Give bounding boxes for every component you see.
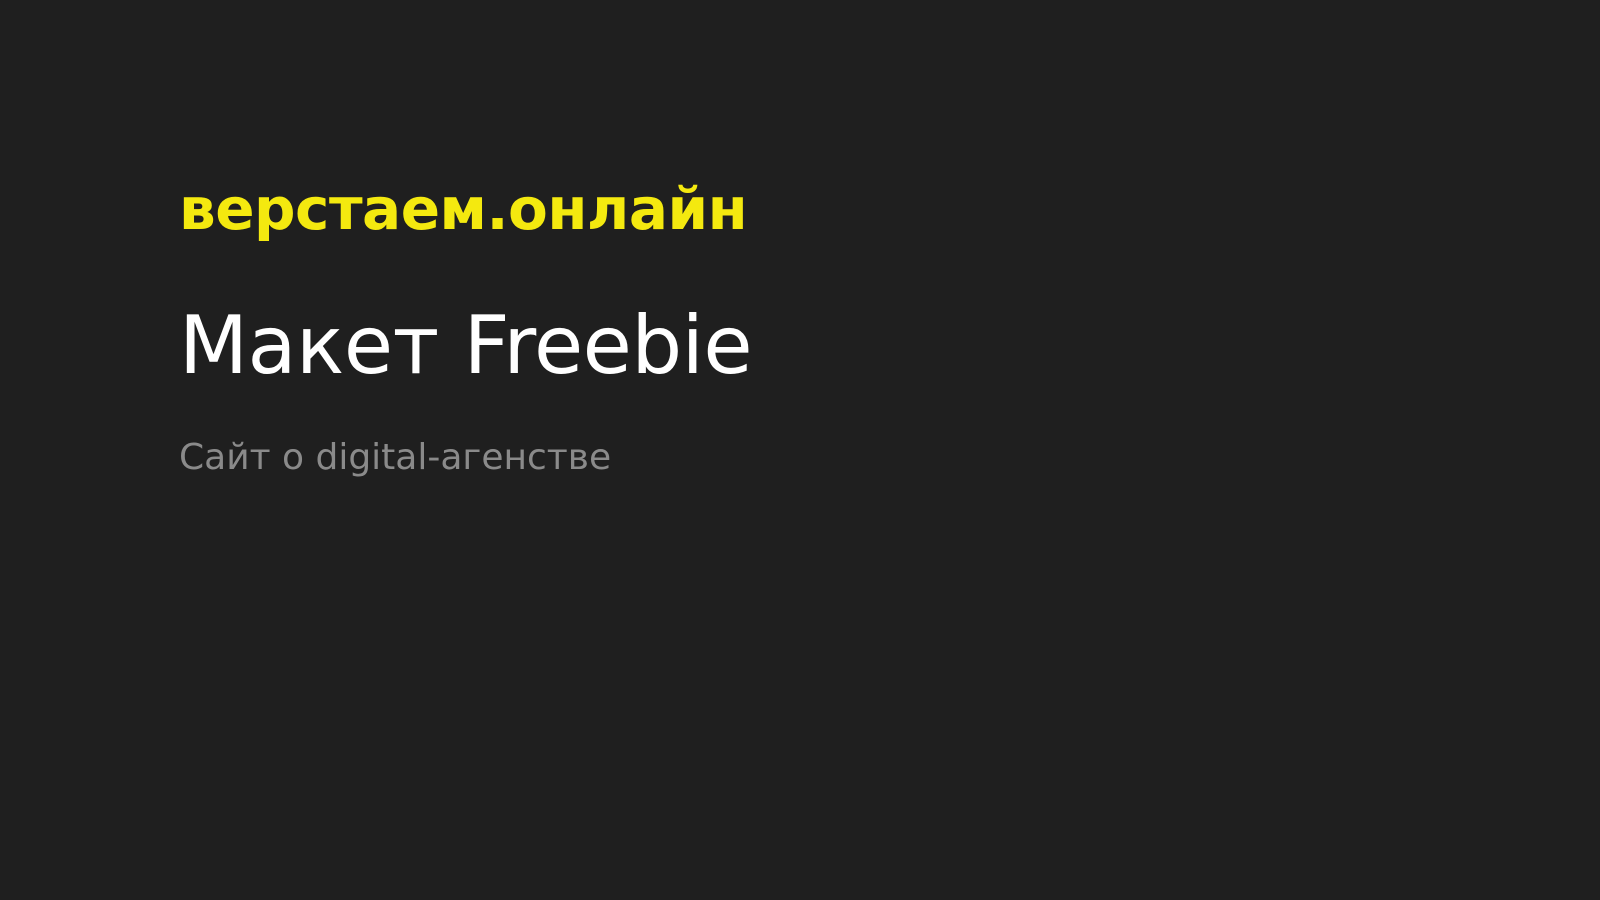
cover-content: верстаем.онлайн Макет Freebie Сайт о dig… xyxy=(179,180,1079,476)
page-subtitle: Сайт о digital-агенстве xyxy=(179,437,612,478)
cover-slide: верстаем.онлайн Макет Freebie Сайт о dig… xyxy=(0,0,1600,900)
brand-name: верстаем.онлайн xyxy=(179,175,748,243)
page-title: Макет Freebie xyxy=(179,299,753,392)
